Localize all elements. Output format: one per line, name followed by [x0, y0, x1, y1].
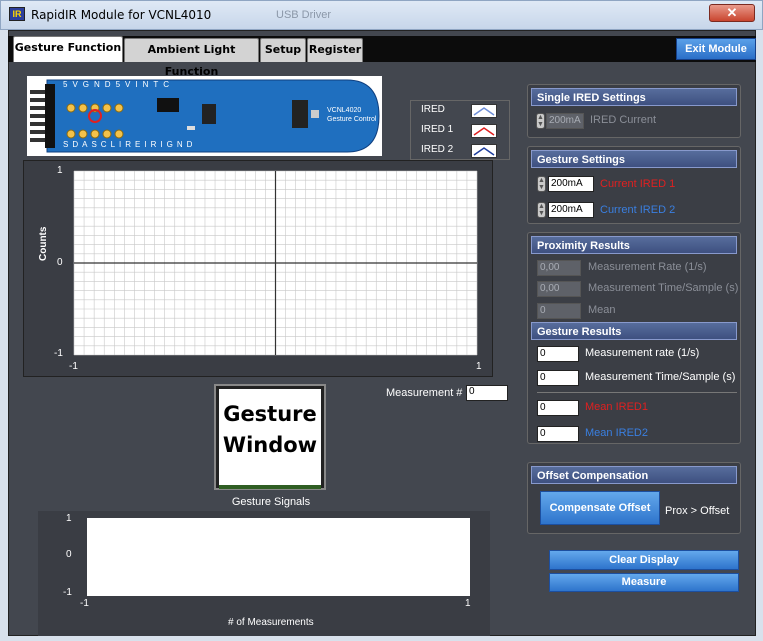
- offset-status-label: Prox > Offset: [665, 505, 730, 517]
- gesture-time-label: Measurement Time/Sample (s): [585, 371, 736, 383]
- gesture-indicator-bar: [219, 485, 321, 489]
- proximity-time-field: 0,00: [537, 281, 581, 297]
- clear-display-button[interactable]: Clear Display: [549, 550, 739, 570]
- current-ired2-field[interactable]: 200mA: [548, 202, 594, 218]
- x-tick-label: 1: [465, 598, 471, 609]
- measurement-number-label: Measurement #: [386, 387, 463, 399]
- gesture-results-header: Gesture Results: [531, 322, 737, 340]
- rapidir-app-icon[interactable]: IR: [9, 7, 25, 21]
- proximity-results-header: Proximity Results: [531, 236, 737, 254]
- single-ired-settings-panel: Single IRED Settings ▲ ▼ 200mA IRED Curre…: [527, 84, 741, 138]
- board-pin-labels-bottom: SDASCLIREIRIGND: [63, 140, 197, 149]
- exit-module-button[interactable]: Exit Module: [676, 38, 756, 60]
- legend-item-ired1[interactable]: IRED 1: [411, 121, 511, 141]
- y-tick-label: -1: [63, 587, 72, 598]
- legend-label: IRED 1: [421, 124, 454, 135]
- spinner-arrows-icon[interactable]: ▲ ▼: [536, 113, 545, 129]
- gesture-time-field: 0: [537, 370, 579, 386]
- panel-header: Offset Compensation: [531, 466, 737, 484]
- legend-item-ired2[interactable]: IRED 2: [411, 141, 511, 161]
- mean-ired1-field: 0: [537, 400, 579, 416]
- x-tick-label: 1: [476, 361, 482, 372]
- measurement-number-field[interactable]: 0: [466, 385, 508, 401]
- y-tick-label: 1: [57, 165, 63, 176]
- y-tick-label: 0: [66, 549, 72, 560]
- x-axis-label: # of Measurements: [228, 617, 314, 628]
- y-axis-label: Counts: [38, 226, 49, 261]
- panel-header: Single IRED Settings: [531, 88, 737, 106]
- x-tick-label: -1: [80, 598, 89, 609]
- line-style-icon: [471, 124, 497, 138]
- window-title: RapidIR Module for VCNL4010: [31, 8, 212, 22]
- legend-label: IRED 2: [421, 144, 454, 155]
- board-pin-labels-top: 5VGND5VINTC: [63, 80, 175, 89]
- mean-ired2-field: 0: [537, 426, 579, 442]
- compensate-offset-button[interactable]: Compensate Offset: [540, 491, 660, 525]
- sensor-board-image: 5VGND5VINTC SDASCLIREIRIGND VCNL4020 Ges…: [27, 76, 382, 156]
- tab-setup[interactable]: Setup: [260, 38, 306, 62]
- spinner-arrows-icon[interactable]: ▲ ▼: [537, 202, 546, 218]
- tab-ambient-light-function[interactable]: Ambient Light Function: [124, 38, 259, 78]
- gesture-signals-chart[interactable]: 1 0 -1 -1 1 # of Measurements: [38, 511, 490, 636]
- gesture-signals-title: Gesture Signals: [231, 496, 311, 508]
- legend-label: IRED: [421, 104, 445, 115]
- proximity-rate-field: 0,00: [537, 260, 581, 276]
- line-style-icon: [471, 104, 497, 118]
- plot-legend: IRED IRED 1 IRED 2: [410, 100, 510, 160]
- y-tick-label: 0: [57, 257, 63, 268]
- board-chip-label: VCNL4020 Gesture Control: [327, 107, 377, 123]
- mean-ired2-label: Mean IRED2: [585, 427, 648, 439]
- gesture-rate-field: 0: [537, 346, 579, 362]
- gesture-settings-panel: Gesture Settings ▲ ▼ 200mA Current IRED 1…: [527, 146, 741, 224]
- y-tick-label: -1: [54, 348, 63, 359]
- x-tick-label: -1: [69, 361, 78, 372]
- divider: [537, 392, 737, 393]
- plot-background: [87, 518, 470, 596]
- counts-chart[interactable]: Counts 1 0 -1 -1 1: [23, 160, 493, 377]
- close-window-button[interactable]: ✕: [709, 4, 755, 22]
- results-panel: Proximity Results 0,00 Measurement Rate …: [527, 232, 741, 444]
- background-window-title: USB Driver: [276, 9, 332, 21]
- gesture-window-text: Gesture Window: [222, 402, 318, 457]
- gesture-rate-label: Measurement rate (1/s): [585, 347, 700, 359]
- current-ired1-field[interactable]: 200mA: [548, 176, 594, 192]
- panel-header: Gesture Settings: [531, 150, 737, 168]
- proximity-rate-label: Measurement Rate (1/s): [588, 261, 707, 273]
- measure-button[interactable]: Measure: [549, 573, 739, 592]
- y-tick-label: 1: [66, 513, 72, 524]
- proximity-mean-field: 0: [537, 303, 581, 319]
- spinner-arrows-icon[interactable]: ▲ ▼: [537, 176, 546, 192]
- current-ired1-label: Current IRED 1: [600, 178, 676, 190]
- ired-current-field[interactable]: 200mA: [546, 113, 584, 129]
- mean-ired1-label: Mean IRED1: [585, 401, 648, 413]
- proximity-time-label: Measurement Time/Sample (s): [588, 282, 739, 294]
- tab-gesture-function[interactable]: Gesture Function: [13, 36, 123, 62]
- offset-compensation-panel: Offset Compensation Compensate Offset Pr…: [527, 462, 741, 534]
- current-ired2-label: Current IRED 2: [600, 204, 676, 216]
- tab-bar: Gesture Function Ambient Light Function …: [8, 36, 756, 78]
- proximity-mean-label: Mean: [588, 304, 616, 316]
- ired-current-label: IRED Current: [590, 114, 657, 126]
- tab-register[interactable]: Register: [307, 38, 363, 62]
- line-style-icon: [471, 144, 497, 158]
- counts-plot-area: [73, 170, 478, 356]
- legend-item-ired[interactable]: IRED: [411, 101, 511, 121]
